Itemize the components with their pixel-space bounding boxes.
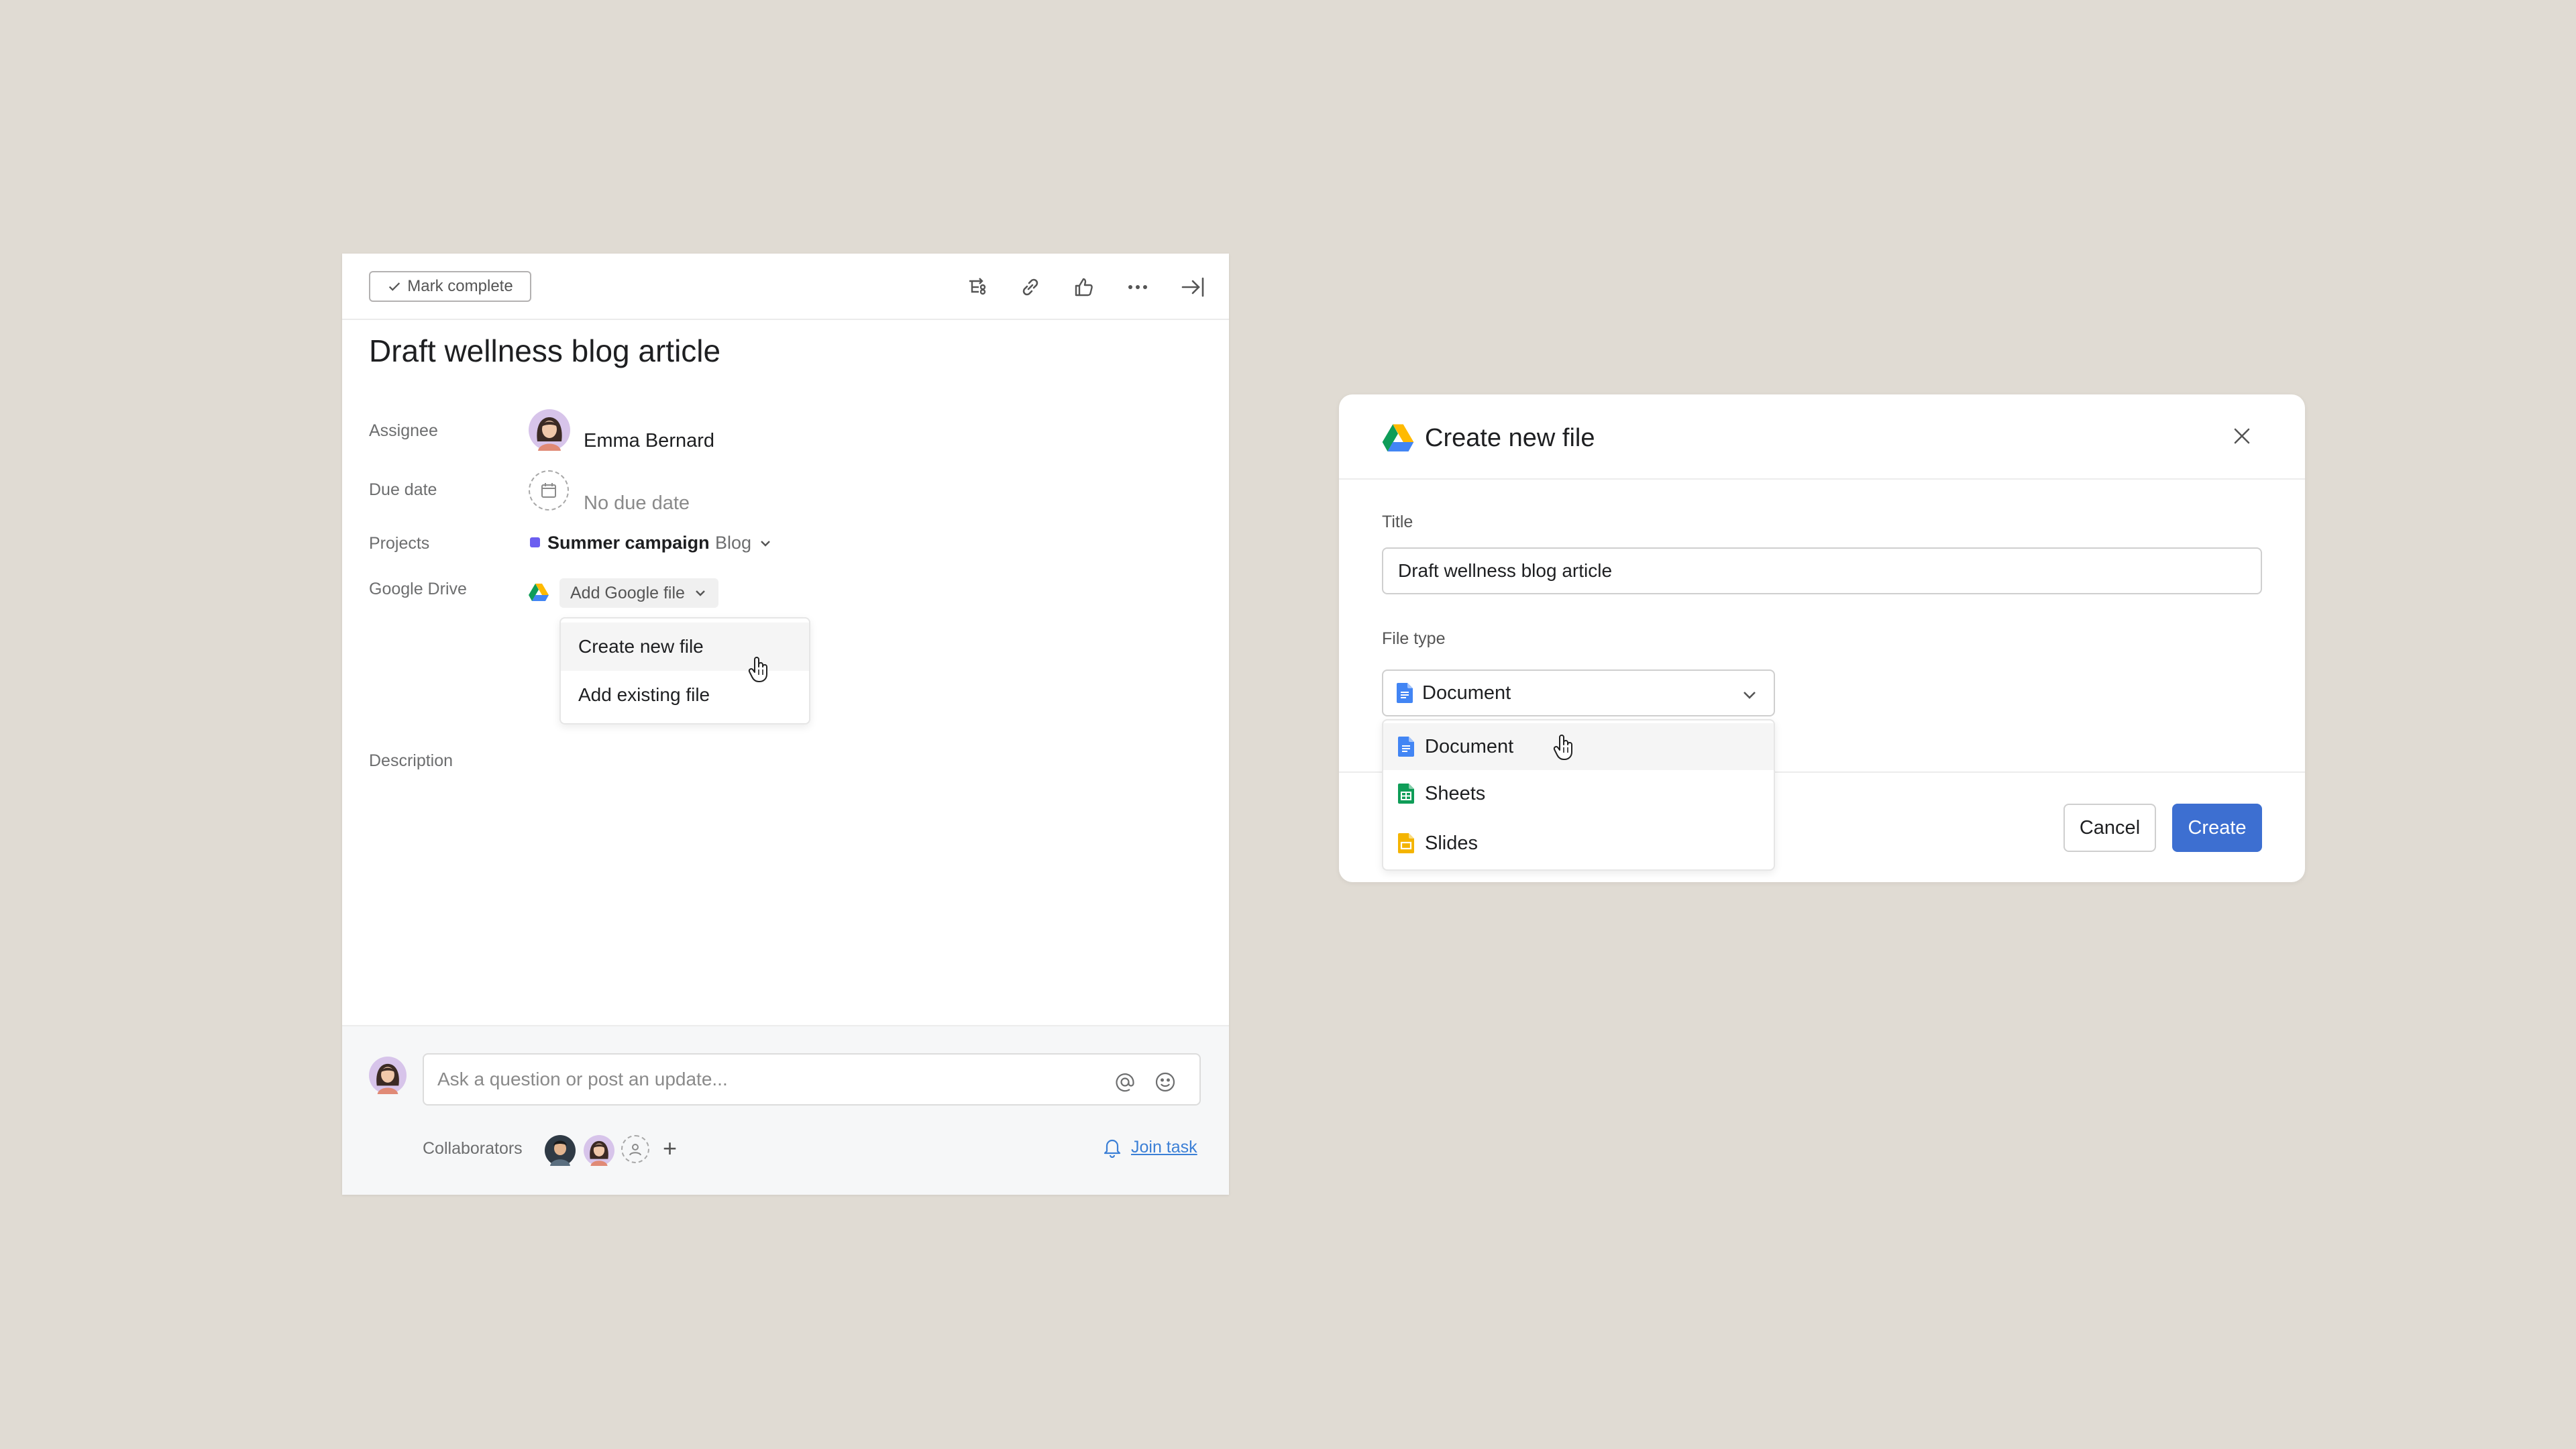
file-type-option-document[interactable]: Document [1383, 723, 1774, 770]
google-drive-icon [529, 583, 549, 601]
sheets-icon [1398, 784, 1414, 804]
calendar-icon [539, 481, 558, 500]
join-task-button[interactable]: Join task [1102, 1136, 1197, 1158]
project-section-label: Blog [715, 533, 752, 553]
chevron-down-icon [758, 536, 773, 551]
project-section-dropdown[interactable]: Blog [715, 533, 773, 553]
slides-icon [1398, 833, 1414, 853]
google-drive-icon [1382, 423, 1414, 451]
file-type-option-sheets[interactable]: Sheets [1383, 770, 1774, 817]
close-icon[interactable] [2229, 423, 2255, 449]
file-type-select[interactable]: Document [1382, 669, 1775, 716]
more-icon[interactable] [1120, 270, 1155, 305]
link-icon[interactable] [1013, 270, 1048, 305]
add-google-file-label: Add Google file [570, 583, 685, 602]
docs-icon [1397, 683, 1413, 703]
mark-complete-button[interactable]: Mark complete [369, 271, 531, 302]
file-type-menu: Document Sheets Slides [1382, 719, 1775, 871]
file-type-option-label: Sheets [1425, 782, 1486, 804]
file-type-label: File type [1382, 629, 1446, 648]
chevron-down-icon [1740, 686, 1759, 704]
due-date-value[interactable]: No due date [584, 492, 690, 515]
close-panel-icon[interactable] [1175, 270, 1210, 305]
project-name[interactable]: Summer campaign [547, 533, 710, 553]
join-task-label: Join task [1131, 1137, 1197, 1157]
due-date-picker[interactable] [529, 470, 569, 511]
collaborator-avatar[interactable] [545, 1135, 576, 1166]
projects-label: Projects [369, 534, 430, 553]
add-collaborator-button[interactable] [621, 1135, 649, 1163]
create-button[interactable]: Create [2172, 804, 2262, 852]
avatar[interactable] [529, 409, 570, 451]
file-type-option-label: Document [1425, 735, 1514, 757]
create-new-file-menu-item[interactable]: Create new file [561, 623, 809, 671]
assignee-label: Assignee [369, 421, 438, 440]
chevron-down-icon [693, 586, 708, 600]
collaborator-avatar[interactable] [584, 1135, 614, 1166]
subtask-icon[interactable] [961, 270, 996, 305]
person-icon [627, 1141, 643, 1157]
file-type-option-slides[interactable]: Slides [1383, 820, 1774, 867]
avatar [369, 1057, 407, 1094]
title-input[interactable] [1382, 547, 2262, 594]
comment-area: Collaborators [342, 1025, 1229, 1195]
google-file-menu: Create new file Add existing file [559, 617, 810, 724]
description-label: Description [369, 751, 453, 770]
due-date-label: Due date [369, 480, 437, 499]
mark-complete-label: Mark complete [407, 277, 513, 295]
title-field-label: Title [1382, 513, 1413, 531]
bell-icon [1102, 1136, 1123, 1158]
google-drive-label: Google Drive [369, 580, 467, 598]
docs-icon [1398, 737, 1414, 757]
add-existing-file-menu-item[interactable]: Add existing file [561, 671, 809, 719]
project-color-dot [530, 537, 540, 547]
task-title[interactable]: Draft wellness blog article [369, 333, 720, 369]
collaborators-label: Collaborators [423, 1139, 523, 1158]
check-icon [387, 279, 402, 294]
add-google-file-button[interactable]: Add Google file [559, 578, 718, 608]
thumbs-up-icon[interactable] [1067, 270, 1102, 305]
cancel-button[interactable]: Cancel [2063, 804, 2156, 852]
plus-icon[interactable]: + [663, 1134, 677, 1163]
dialog-title: Create new file [1425, 424, 1595, 452]
comment-input[interactable] [423, 1053, 1201, 1106]
mention-icon[interactable] [1114, 1071, 1136, 1093]
dialog-header: Create new file [1339, 394, 2305, 480]
file-type-selected: Document [1422, 682, 1511, 704]
emoji-icon[interactable] [1154, 1071, 1177, 1093]
file-type-option-label: Slides [1425, 832, 1478, 854]
task-detail-panel: Mark complete Draft wellness blog articl… [342, 254, 1229, 1195]
task-toolbar: Mark complete [342, 254, 1229, 320]
assignee-name[interactable]: Emma Bernard [584, 430, 714, 452]
